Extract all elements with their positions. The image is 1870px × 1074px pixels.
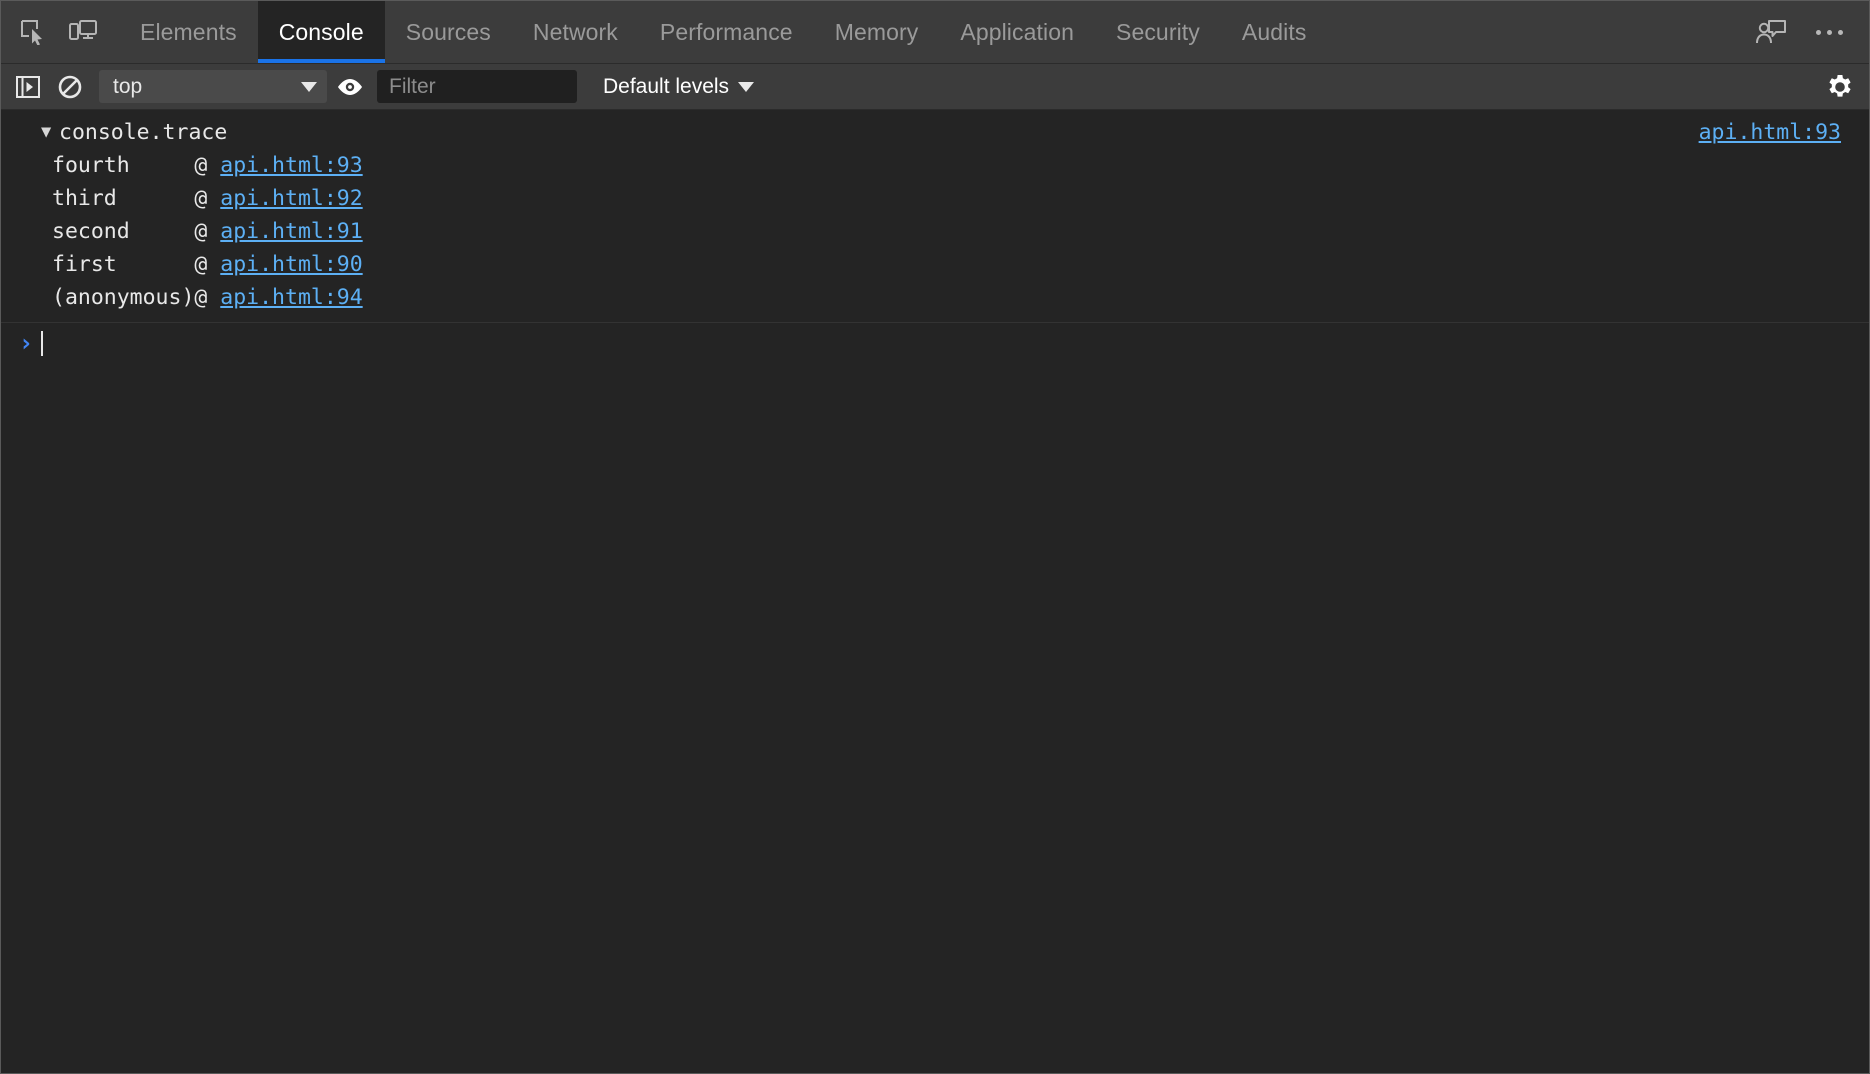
console-empty-area[interactable] [1, 363, 1869, 1073]
stack-frame-at: @ [194, 252, 221, 277]
stack-frame-link[interactable]: api.html:90 [220, 252, 362, 277]
console-prompt[interactable]: › [1, 323, 1869, 363]
tab-console[interactable]: Console [257, 1, 385, 63]
stack-frame-at: @ [194, 285, 221, 310]
tab-security[interactable]: Security [1095, 1, 1221, 63]
stack-frame-function: (anonymous) [52, 285, 195, 310]
console-trace-header[interactable]: ▼ console.trace [1, 116, 1869, 149]
panel-tabs: Elements Console Sources Network Perform… [119, 1, 1327, 63]
stack-frame-link[interactable]: api.html:93 [220, 153, 362, 178]
tab-label: Application [960, 18, 1074, 45]
feedback-button[interactable] [1749, 10, 1793, 54]
console-sidebar-toggle-icon [16, 75, 40, 98]
live-expression-button[interactable] [331, 70, 369, 104]
tab-label: Memory [834, 18, 919, 45]
console-prompt-input[interactable] [41, 323, 1869, 363]
console-toolbar: top Default levels [1, 64, 1869, 110]
stack-frame-at: @ [194, 153, 221, 178]
tab-elements[interactable]: Elements [119, 1, 258, 63]
tab-application[interactable]: Application [939, 1, 1095, 63]
more-options-button[interactable] [1807, 10, 1851, 54]
stack-frame-row: first @ api.html:90 [1, 248, 1869, 281]
tab-label: Security [1116, 18, 1200, 45]
stack-frame-function: second [52, 219, 195, 244]
tab-label: Console [278, 18, 364, 45]
device-toolbar-button[interactable] [61, 10, 105, 54]
stack-frame-function: third [52, 186, 195, 211]
tab-label: Sources [405, 18, 491, 45]
console-trace-title: console.trace [59, 120, 228, 145]
stack-frame-row: second @ api.html:91 [1, 215, 1869, 248]
stack-frame-link[interactable]: api.html:91 [220, 219, 362, 244]
chevron-down-icon [301, 81, 317, 92]
stack-frame-function: first [52, 252, 195, 277]
console-trace-message[interactable]: ▼ console.trace fourth @ api.html:93 thi… [1, 110, 1869, 323]
text-cursor [41, 330, 43, 356]
tab-memory[interactable]: Memory [814, 1, 940, 63]
tabbar-left-icons [1, 1, 105, 63]
tab-sources[interactable]: Sources [385, 1, 512, 63]
devtools-window: Elements Console Sources Network Perform… [0, 0, 1870, 1074]
stack-frame-at: @ [194, 219, 221, 244]
execution-context-value: top [113, 74, 143, 98]
stack-frame-at: @ [194, 186, 221, 211]
stack-frame-row: third @ api.html:92 [1, 182, 1869, 215]
tab-label: Network [532, 18, 618, 45]
more-options-icon [1815, 29, 1843, 35]
triangle-down-icon[interactable]: ▼ [41, 124, 51, 141]
message-source-link[interactable]: api.html:93 [1699, 120, 1841, 145]
execution-context-selector[interactable]: top [99, 70, 327, 103]
prompt-chevron-icon: › [18, 329, 34, 357]
settings-button[interactable] [1821, 70, 1859, 104]
inspect-element-button[interactable] [11, 10, 55, 54]
tab-label: Performance [659, 18, 793, 45]
tab-performance[interactable]: Performance [639, 1, 814, 63]
devtools-tabbar: Elements Console Sources Network Perform… [1, 1, 1869, 64]
console-sidebar-toggle-button[interactable] [9, 70, 47, 104]
tab-label: Elements [140, 18, 237, 45]
clear-console-button[interactable] [51, 70, 89, 104]
stack-frame-function: fourth [52, 153, 195, 178]
log-levels-selector[interactable]: Default levels [595, 70, 762, 103]
tab-audits[interactable]: Audits [1221, 1, 1328, 63]
stack-frame-row: (anonymous) @ api.html:94 [1, 281, 1869, 314]
tabbar-right-actions [1749, 1, 1869, 63]
stack-frame-link[interactable]: api.html:92 [220, 186, 362, 211]
filter-input[interactable] [377, 70, 577, 103]
device-toolbar-icon [69, 20, 97, 40]
gear-icon [1829, 74, 1851, 97]
live-expression-eye-icon [338, 78, 362, 95]
console-message-list[interactable]: ▼ console.trace fourth @ api.html:93 thi… [1, 110, 1869, 1073]
console-toolbar-right [1821, 70, 1859, 104]
stack-frame-row: fourth @ api.html:93 [1, 149, 1869, 182]
person-feedback-icon [1756, 20, 1786, 44]
clear-console-icon [58, 75, 82, 98]
inspect-element-icon [21, 20, 42, 45]
stack-frame-link[interactable]: api.html:94 [220, 285, 362, 310]
tab-network[interactable]: Network [512, 1, 639, 63]
tab-label: Audits [1241, 18, 1307, 45]
log-levels-label: Default levels [603, 74, 730, 98]
chevron-down-icon [738, 81, 755, 92]
